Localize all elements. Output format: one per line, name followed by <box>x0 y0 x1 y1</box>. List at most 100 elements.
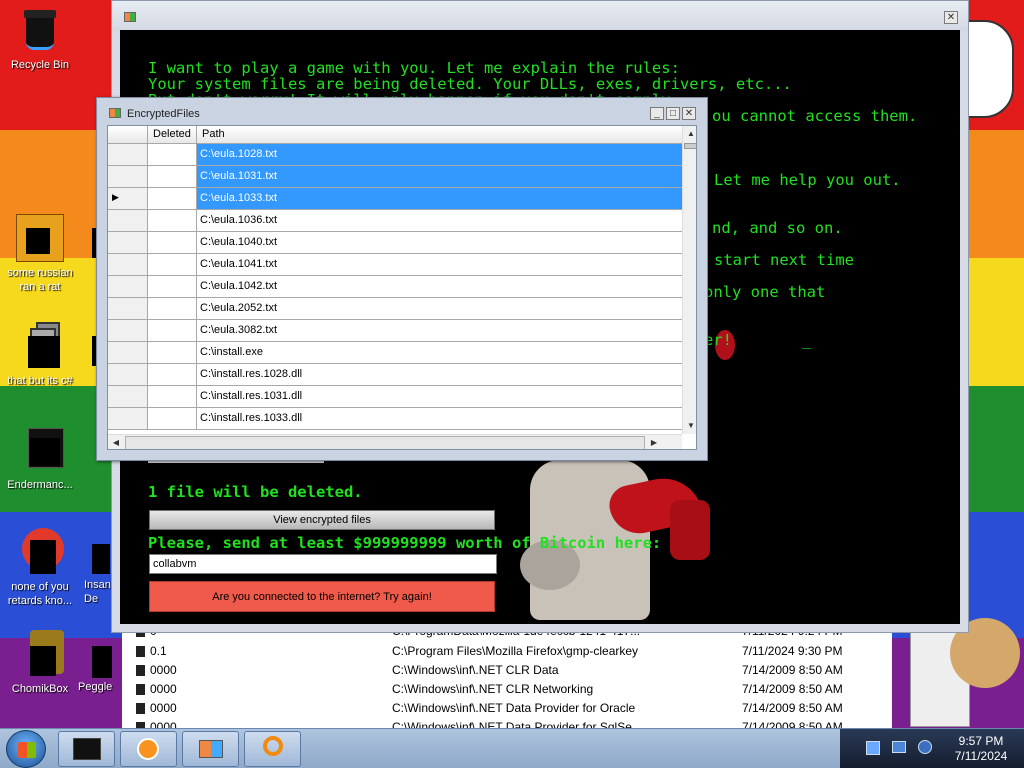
scroll-left-icon[interactable]: ◀ <box>108 435 124 449</box>
network-icon[interactable] <box>866 741 880 755</box>
desktop-icon-recycle-bin[interactable]: Recycle Bin <box>0 6 80 72</box>
console-line: Your system files are being deleted. You… <box>148 75 792 93</box>
display-icon[interactable] <box>892 741 906 753</box>
desktop-icon-csharp[interactable]: that but its c# <box>0 322 80 388</box>
deleted-cell[interactable] <box>148 408 197 430</box>
desktop-icon-none-of-you[interactable]: none of you retards kno... <box>0 528 80 608</box>
table-row[interactable]: C:\install.res.1028.dll <box>108 364 682 386</box>
list-item[interactable]: 0.1 C:\Program Files\Mozilla Firefox\gmp… <box>122 642 892 661</box>
deleted-cell[interactable] <box>148 210 197 232</box>
minimize-icon[interactable]: _ <box>650 107 664 120</box>
desktop-icon-partial[interactable]: Insan De <box>84 530 114 606</box>
desktop-icon-label: Endermanc... <box>7 479 73 491</box>
desktop-icon-label: Peggle <box>78 681 113 693</box>
path-cell[interactable]: C:\eula.2052.txt <box>197 298 682 320</box>
retry-connection-button[interactable]: Are you connected to the internet? Try a… <box>149 581 495 612</box>
taskbar-clock[interactable]: 9:57 PM 7/11/2024 <box>946 734 1016 764</box>
ransom-window-titlebar[interactable]: ✕ <box>112 1 968 31</box>
desktop-icon-label: ChomikBox <box>11 683 69 695</box>
row-header[interactable] <box>108 210 148 232</box>
row-header[interactable] <box>108 144 148 166</box>
table-row[interactable]: C:\install.exe <box>108 342 682 364</box>
scroll-right-icon[interactable]: ▶ <box>646 435 662 449</box>
path-cell[interactable]: C:\install.res.1033.dll <box>197 408 682 430</box>
deleted-cell[interactable] <box>148 364 197 386</box>
scroll-up-icon[interactable]: ▲ <box>683 126 696 142</box>
row-header[interactable] <box>108 166 148 188</box>
path-cell[interactable]: C:\install.res.1028.dll <box>197 364 682 386</box>
table-row[interactable]: C:\install.res.1033.dll <box>108 408 682 430</box>
deleted-cell[interactable] <box>148 386 197 408</box>
wallet-address-field[interactable]: collabvm <box>149 554 497 574</box>
path-cell[interactable]: C:\eula.1028.txt <box>197 144 682 166</box>
file-name: 0000 <box>150 663 177 677</box>
row-header[interactable] <box>108 232 148 254</box>
deleted-cell[interactable] <box>148 188 197 210</box>
table-row[interactable]: C:\eula.1041.txt <box>108 254 682 276</box>
list-item[interactable]: 0000 C:\Windows\inf\.NET CLR Data 7/14/2… <box>122 661 892 680</box>
path-cell[interactable]: C:\eula.1031.txt <box>197 166 682 188</box>
deleted-cell[interactable] <box>148 342 197 364</box>
row-header[interactable] <box>108 254 148 276</box>
row-header[interactable] <box>108 386 148 408</box>
horizontal-scrollbar[interactable]: ◀ ▶ <box>108 434 682 449</box>
desktop-icon-peggle[interactable]: Peggle <box>78 632 114 694</box>
view-encrypted-files-button[interactable]: View encrypted files <box>149 510 495 530</box>
chomikbox-icon <box>16 630 64 678</box>
encrypted-files-titlebar[interactable]: EncryptedFiles _ □ ✕ <box>97 98 707 124</box>
deleted-cell[interactable] <box>148 144 197 166</box>
start-button[interactable] <box>6 730 46 768</box>
vertical-scrollbar[interactable]: ▲ ▼ <box>682 126 696 434</box>
table-row[interactable]: C:\eula.2052.txt <box>108 298 682 320</box>
scroll-down-icon[interactable]: ▼ <box>683 418 696 434</box>
file-path: C:\Windows\inf\.NET Data Provider for Or… <box>392 701 636 715</box>
table-row[interactable]: C:\eula.1040.txt <box>108 232 682 254</box>
row-header[interactable] <box>108 276 148 298</box>
deleted-cell[interactable] <box>148 276 197 298</box>
deleted-cell[interactable] <box>148 320 197 342</box>
close-icon[interactable]: ✕ <box>944 11 958 24</box>
table-row[interactable]: C:\eula.3082.txt <box>108 320 682 342</box>
path-cell[interactable]: C:\install.exe <box>197 342 682 364</box>
desktop-icon-chomikbox[interactable]: ChomikBox <box>0 630 80 696</box>
column-header-deleted[interactable]: Deleted <box>148 126 197 144</box>
deleted-cell[interactable] <box>148 232 197 254</box>
maximize-icon[interactable]: □ <box>666 107 680 120</box>
taskbar-app-ransom[interactable] <box>182 731 239 767</box>
row-header[interactable] <box>108 342 148 364</box>
deleted-cell[interactable] <box>148 254 197 276</box>
row-header[interactable] <box>108 298 148 320</box>
path-cell[interactable]: C:\eula.1040.txt <box>197 232 682 254</box>
table-row[interactable]: C:\eula.1031.txt <box>108 166 682 188</box>
desktop-icon-endermanch[interactable]: Endermanc... <box>0 426 80 492</box>
row-header[interactable] <box>108 320 148 342</box>
table-row[interactable]: C:\eula.1042.txt <box>108 276 682 298</box>
table-row[interactable]: C:\eula.1036.txt <box>108 210 682 232</box>
app-icon <box>78 632 112 680</box>
row-header[interactable]: ▶ <box>108 188 148 210</box>
path-cell[interactable]: C:\install.res.1031.dll <box>197 386 682 408</box>
taskbar-app-console[interactable] <box>58 731 115 767</box>
scroll-thumb[interactable] <box>125 436 645 449</box>
table-row[interactable]: C:\install.res.1031.dll <box>108 386 682 408</box>
list-item[interactable]: 0000 C:\Windows\inf\.NET CLR Networking … <box>122 680 892 699</box>
column-header-path[interactable]: Path <box>197 126 682 144</box>
path-cell[interactable]: C:\eula.3082.txt <box>197 320 682 342</box>
desktop-icon-russian-rat[interactable]: some russian ran a rat <box>0 214 80 294</box>
table-row[interactable]: ▶ C:\eula.1033.txt <box>108 188 682 210</box>
scroll-thumb[interactable] <box>684 143 696 149</box>
row-header[interactable] <box>108 364 148 386</box>
volume-icon[interactable] <box>918 740 932 754</box>
close-icon[interactable]: ✕ <box>682 107 696 120</box>
taskbar-app-search[interactable] <box>244 731 301 767</box>
row-header[interactable] <box>108 408 148 430</box>
taskbar-app-media-player[interactable] <box>120 731 177 767</box>
path-cell[interactable]: C:\eula.1042.txt <box>197 276 682 298</box>
table-row[interactable]: C:\eula.1028.txt <box>108 144 682 166</box>
deleted-cell[interactable] <box>148 298 197 320</box>
deleted-cell[interactable] <box>148 166 197 188</box>
list-item[interactable]: 0000 C:\Windows\inf\.NET Data Provider f… <box>122 699 892 718</box>
path-cell[interactable]: C:\eula.1041.txt <box>197 254 682 276</box>
path-cell[interactable]: C:\eula.1036.txt <box>197 210 682 232</box>
path-cell[interactable]: C:\eula.1033.txt <box>197 188 682 210</box>
